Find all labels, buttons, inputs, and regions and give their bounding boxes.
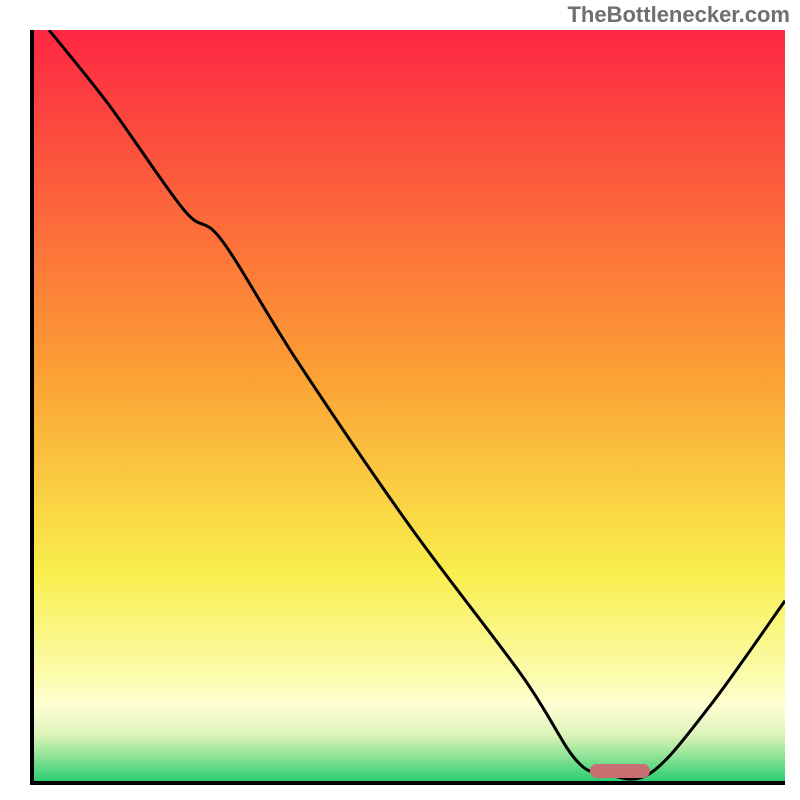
watermark-text: TheBottlenecker.com bbox=[567, 2, 790, 28]
bottleneck-curve bbox=[34, 30, 785, 781]
optimal-range-marker bbox=[590, 764, 650, 778]
chart-plot-area bbox=[30, 30, 785, 785]
